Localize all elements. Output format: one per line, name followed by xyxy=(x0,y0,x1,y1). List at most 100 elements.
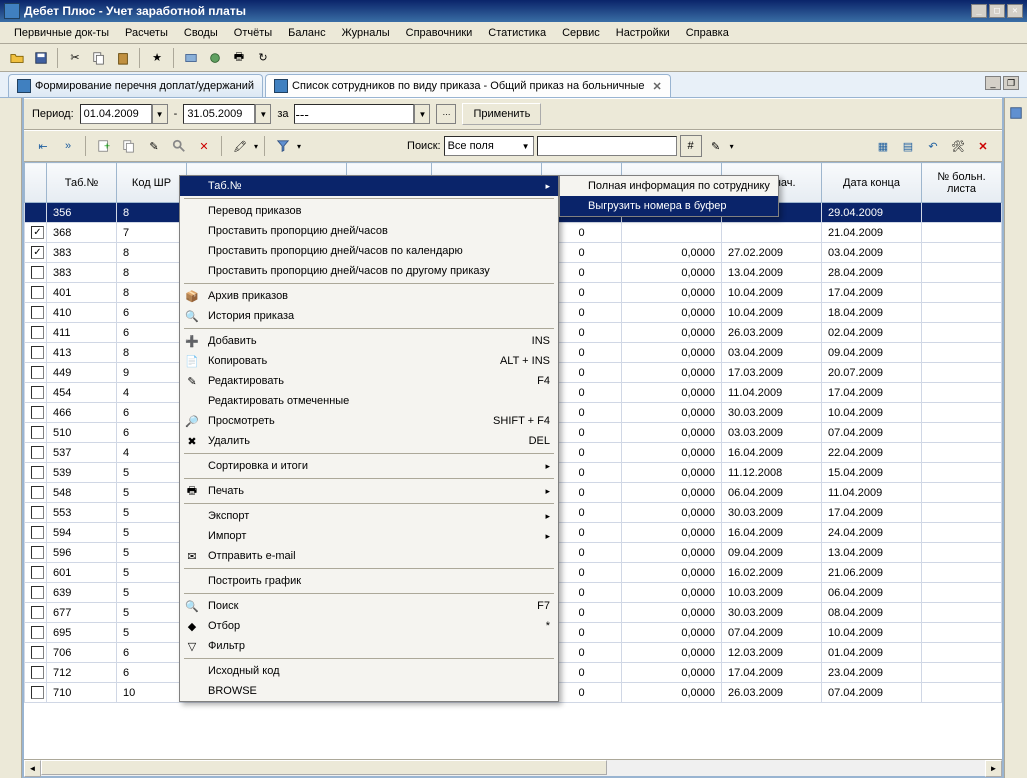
row-checkbox[interactable] xyxy=(31,506,44,519)
print-icon[interactable]: 🖶 xyxy=(228,47,250,69)
ctx-item[interactable]: Экспорт▸ xyxy=(180,506,558,526)
search-field-combo[interactable]: Все поля▼ xyxy=(444,136,534,156)
row-checkbox[interactable] xyxy=(31,246,44,259)
ctx-item[interactable]: Перевод приказов xyxy=(180,201,558,221)
ctx-item[interactable]: Редактировать отмеченные xyxy=(180,391,558,411)
row-checkbox[interactable] xyxy=(31,526,44,539)
tab-minimize[interactable]: _ xyxy=(985,76,1001,90)
row-checkbox[interactable] xyxy=(31,386,44,399)
search-input[interactable] xyxy=(537,136,677,156)
tab-restore[interactable]: ❐ xyxy=(1003,76,1019,90)
nav-prev-icon[interactable]: » xyxy=(57,135,79,157)
menu-Расчеты[interactable]: Расчеты xyxy=(117,24,176,42)
row-checkbox[interactable] xyxy=(31,626,44,639)
submenu-item[interactable]: Выгрузить номера в буфер xyxy=(560,196,778,216)
view-icon[interactable] xyxy=(168,135,190,157)
ctx-item[interactable]: 🔍История приказа xyxy=(180,306,558,326)
ctx-item[interactable]: 🔍ПоискF7 xyxy=(180,596,558,616)
ctx-item[interactable]: Построить график xyxy=(180,571,558,591)
row-checkbox[interactable] xyxy=(31,446,44,459)
column-header[interactable]: Код ШР xyxy=(117,163,187,203)
tab-close-icon[interactable]: ✕ xyxy=(653,80,662,93)
window-icon[interactable]: ▦ xyxy=(872,135,894,157)
paste-icon[interactable] xyxy=(112,47,134,69)
row-checkbox[interactable] xyxy=(31,686,44,699)
apply-button[interactable]: Применить xyxy=(462,103,541,125)
ctx-item[interactable]: ✖УдалитьDEL xyxy=(180,431,558,451)
tool1-icon[interactable] xyxy=(180,47,202,69)
save-icon[interactable] xyxy=(30,47,52,69)
row-checkbox[interactable] xyxy=(31,586,44,599)
row-checkbox[interactable] xyxy=(31,546,44,559)
menu-Отчёты[interactable]: Отчёты xyxy=(226,24,280,42)
funnel-icon[interactable] xyxy=(272,135,294,157)
ctx-item[interactable]: Проставить пропорцию дней/часов по друго… xyxy=(180,261,558,281)
ctx-item[interactable]: Проставить пропорцию дней/часов xyxy=(180,221,558,241)
ctx-item[interactable]: ◆Отбор* xyxy=(180,616,558,636)
column-header[interactable]: № больн. листа xyxy=(922,163,1002,203)
za-combo[interactable] xyxy=(294,104,414,124)
close-x-icon[interactable]: ✕ xyxy=(972,135,994,157)
copy-icon[interactable] xyxy=(88,47,110,69)
ctx-item[interactable]: Импорт▸ xyxy=(180,526,558,546)
pencil-icon[interactable]: ✎ xyxy=(705,135,727,157)
row-checkbox[interactable] xyxy=(31,466,44,479)
ctx-item[interactable]: ➕ДобавитьINS xyxy=(180,331,558,351)
search-go-icon[interactable]: # xyxy=(680,135,702,157)
ctx-item[interactable]: ✉Отправить e-mail xyxy=(180,546,558,566)
row-checkbox[interactable] xyxy=(31,406,44,419)
gutter-icon-1[interactable] xyxy=(1005,102,1027,124)
ctx-item[interactable]: Исходный код xyxy=(180,661,558,681)
horizontal-scrollbar[interactable]: ◄ ► xyxy=(24,759,1002,776)
column-header[interactable] xyxy=(25,163,47,203)
open-icon[interactable] xyxy=(6,47,28,69)
close-button[interactable]: ✕ xyxy=(1007,4,1023,18)
date-from-input[interactable] xyxy=(80,104,152,124)
menu-Своды[interactable]: Своды xyxy=(176,24,226,42)
date-from-dropdown[interactable]: ▼ xyxy=(152,104,168,124)
cut-icon[interactable]: ✂ xyxy=(64,47,86,69)
undo-icon[interactable]: ↶ xyxy=(922,135,944,157)
submenu-item[interactable]: Полная информация по сотруднику xyxy=(560,176,778,196)
ctx-title[interactable]: Таб.№▸ xyxy=(180,176,558,196)
bookmark-icon[interactable]: ★ xyxy=(146,47,168,69)
menu-Сервис[interactable]: Сервис xyxy=(554,24,608,42)
menu-Настройки[interactable]: Настройки xyxy=(608,24,678,42)
hammer-icon[interactable]: 🛠 xyxy=(947,135,969,157)
grid-icon[interactable]: ▤ xyxy=(897,135,919,157)
delete-icon[interactable]: ✕ xyxy=(193,135,215,157)
ctx-item[interactable]: 📄КопироватьALT + INS xyxy=(180,351,558,371)
ctx-item[interactable]: Сортировка и итоги▸ xyxy=(180,456,558,476)
za-dropdown[interactable]: ▼ xyxy=(414,104,430,124)
ctx-item[interactable]: 🔎ПросмотретьSHIFT + F4 xyxy=(180,411,558,431)
menu-Баланс[interactable]: Баланс xyxy=(280,24,333,42)
row-checkbox[interactable] xyxy=(31,606,44,619)
ellipsis-button[interactable]: ⋯ xyxy=(436,104,456,124)
ctx-item[interactable]: ✎РедактироватьF4 xyxy=(180,371,558,391)
ctx-item[interactable]: BROWSE xyxy=(180,681,558,701)
row-checkbox[interactable] xyxy=(31,226,44,239)
column-header[interactable]: Дата конца xyxy=(822,163,922,203)
edit-icon[interactable]: ✎ xyxy=(143,135,165,157)
row-checkbox[interactable] xyxy=(31,486,44,499)
copy-row-icon[interactable] xyxy=(118,135,140,157)
tab-0[interactable]: Формирование перечня доплат/удержаний xyxy=(8,74,263,97)
highlight-icon[interactable]: 🖍 xyxy=(229,135,251,157)
menu-Статистика[interactable]: Статистика xyxy=(480,24,554,42)
row-checkbox[interactable] xyxy=(31,666,44,679)
refresh-icon[interactable]: ↻ xyxy=(252,47,274,69)
row-checkbox[interactable] xyxy=(31,326,44,339)
menu-Журналы[interactable]: Журналы xyxy=(334,24,398,42)
row-checkbox[interactable] xyxy=(31,426,44,439)
row-checkbox[interactable] xyxy=(31,306,44,319)
ctx-item[interactable]: 🖶Печать▸ xyxy=(180,481,558,501)
column-header[interactable]: Таб.№ xyxy=(47,163,117,203)
minimize-button[interactable]: _ xyxy=(971,4,987,18)
add-icon[interactable]: + xyxy=(93,135,115,157)
ctx-item[interactable]: 📦Архив приказов xyxy=(180,286,558,306)
ctx-item[interactable]: Проставить пропорцию дней/часов по кален… xyxy=(180,241,558,261)
date-to-dropdown[interactable]: ▼ xyxy=(255,104,271,124)
tab-1[interactable]: Список сотрудников по виду приказа - Общ… xyxy=(265,74,671,97)
maximize-button[interactable]: □ xyxy=(989,4,1005,18)
date-to-input[interactable] xyxy=(183,104,255,124)
